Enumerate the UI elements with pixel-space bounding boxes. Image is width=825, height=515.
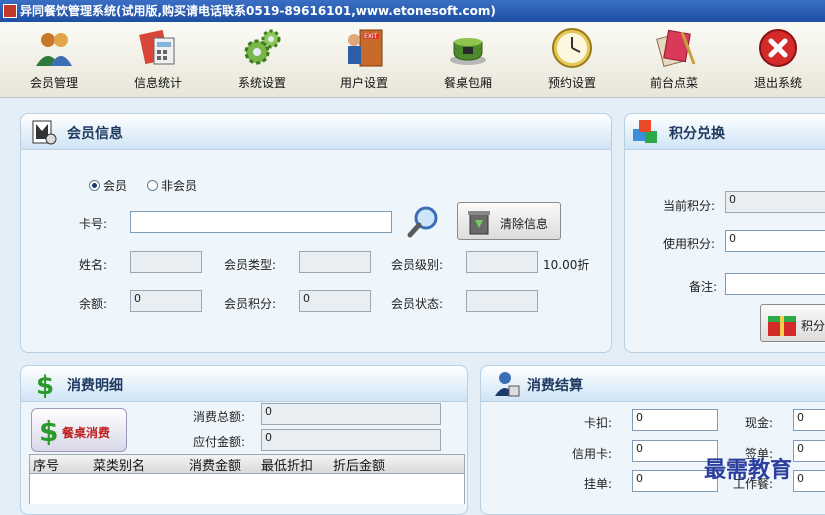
exit-system-button[interactable]: 退出系统: [738, 26, 818, 94]
use-points-input[interactable]: 0: [725, 230, 825, 252]
work-meal-input[interactable]: 0: [793, 470, 825, 492]
panel-title: 消费明细: [67, 378, 123, 394]
gears-icon: [240, 26, 284, 70]
member-type-field: [299, 251, 371, 273]
clear-info-label: 清除信息: [500, 217, 549, 231]
sign-input[interactable]: 0: [793, 440, 825, 462]
member-level-label: 会员级别:: [391, 258, 444, 272]
gift-box-icon: [768, 316, 796, 336]
watermark-text: 最需教育: [704, 457, 793, 483]
statistics-button[interactable]: 信息统计: [118, 26, 198, 94]
member-points-label: 会员积分:: [224, 297, 277, 311]
toolbar-label: 会员管理: [29, 76, 78, 90]
consumption-table-header: 序号 菜类别名 消费金额 最低折扣 折后金额: [29, 454, 465, 474]
cash-input[interactable]: 0: [793, 409, 825, 431]
member-points-field: 0: [299, 290, 371, 312]
system-settings-button[interactable]: 系统设置: [222, 26, 302, 94]
settlement-panel: 消费结算 卡扣: 0 信用卡: 0 挂单: 0 现金: 0 签单: 0 工作餐:…: [480, 365, 825, 515]
column-header: 最低折扣: [261, 459, 314, 474]
current-points-label: 当前积分:: [663, 199, 716, 213]
column-header: 序号: [33, 459, 60, 474]
svg-text:EXIT: EXIT: [364, 33, 378, 40]
member-type-label: 会员类型:: [224, 258, 277, 272]
svg-text:$: $: [36, 371, 54, 399]
magnifier-icon: [407, 206, 438, 238]
payable-amount-label: 应付金额:: [193, 435, 246, 449]
app-icon: [3, 4, 17, 18]
member-level-field: [466, 251, 538, 273]
member-status-field: [466, 290, 538, 312]
balance-field: 0: [130, 290, 202, 312]
points-exchange-button[interactable]: 积分: [760, 304, 825, 342]
toolbar-label: 餐桌包厢: [443, 76, 492, 90]
user-settings-button[interactable]: EXIT 用户设置: [324, 26, 404, 94]
use-points-label: 使用积分:: [663, 237, 716, 251]
card-deduct-input[interactable]: 0: [632, 409, 718, 431]
toolbar-label: 退出系统: [753, 76, 802, 90]
remark-label: 备注:: [689, 280, 718, 294]
settlement-person-icon: [493, 370, 520, 397]
front-order-button[interactable]: 前台点菜: [634, 26, 714, 94]
current-points-field: 0: [725, 191, 825, 213]
toolbar-label: 前台点菜: [649, 76, 698, 90]
card-number-input[interactable]: [130, 211, 392, 233]
column-header: 消费金额: [189, 459, 242, 474]
dollar-icon: $: [33, 369, 59, 401]
search-button[interactable]: [406, 204, 442, 238]
panel-title: 积分兑换: [669, 126, 725, 142]
total-consumption-label: 消费总额:: [193, 410, 246, 424]
member-card-icon: [31, 119, 57, 145]
window-title: 异同餐饮管理系统(试用版,购买请电话联系0519-89616101,www.et…: [20, 4, 496, 18]
tea-cup-icon: [446, 26, 490, 70]
exit-icon: [756, 26, 800, 70]
consumption-details-panel: $ 消费明细 $ 餐桌消费 消费总额: 0 应付金额: 0 序号 菜类别名 消费…: [20, 365, 468, 515]
card-label: 卡号:: [79, 217, 108, 231]
title-bar: 异同餐饮管理系统(试用版,购买请电话联系0519-89616101,www.et…: [0, 0, 825, 22]
payable-amount-field: 0: [261, 429, 441, 451]
toolbar-label: 用户设置: [339, 76, 388, 90]
recycle-bin-icon: [468, 211, 490, 235]
column-header: 菜类别名: [93, 459, 146, 474]
charge-label: 挂单:: [584, 477, 613, 491]
member-status-label: 会员状态:: [391, 297, 444, 311]
cubes-icon: [631, 119, 657, 145]
toolbar-label: 预约设置: [547, 76, 596, 90]
column-header: 折后金额: [333, 459, 386, 474]
remark-input[interactable]: [725, 273, 825, 295]
cash-label: 现金:: [745, 416, 774, 430]
statistics-icon: [136, 26, 180, 70]
radio-selected-icon: [89, 180, 100, 191]
clear-info-button[interactable]: 清除信息: [457, 202, 561, 240]
dollar-sign-icon: $: [39, 415, 58, 447]
toolbar-label: 信息统计: [133, 76, 182, 90]
members-button[interactable]: 会员管理: [14, 26, 94, 94]
name-label: 姓名:: [79, 258, 108, 272]
reservation-button[interactable]: 预约设置: [532, 26, 612, 94]
toolbar-label: 系统设置: [237, 76, 286, 90]
main-toolbar: 会员管理 信息统计 系统设置 EXIT 用户设置 餐桌包厢 预约设置 前台点菜: [0, 22, 825, 98]
member-radio[interactable]: 会员: [89, 177, 127, 194]
members-icon: [32, 26, 76, 70]
non-member-radio[interactable]: 非会员: [147, 177, 197, 194]
credit-card-label: 信用卡:: [572, 447, 613, 461]
member-info-panel: 会员信息 会员 非会员 卡号: 清除信息 姓名: 会员类型: 会员级别: 10.…: [20, 113, 612, 353]
menu-order-icon: [652, 26, 696, 70]
radio-unselected-icon: [147, 180, 158, 191]
card-deduct-label: 卡扣:: [584, 416, 613, 430]
total-consumption-field: 0: [261, 403, 441, 425]
points-exchange-panel: 积分兑换 当前积分: 0 使用积分: 0 备注: 积分: [624, 113, 825, 353]
tables-rooms-button[interactable]: 餐桌包厢: [428, 26, 508, 94]
discount-text: 10.00折: [543, 258, 590, 272]
clock-icon: [550, 26, 594, 70]
panel-title: 消费结算: [527, 378, 583, 394]
table-consumption-button[interactable]: $ 餐桌消费: [31, 408, 127, 452]
balance-label: 余额:: [79, 297, 108, 311]
panel-title: 会员信息: [67, 126, 123, 142]
svg-text:$: $: [39, 415, 58, 447]
user-exit-icon: EXIT: [342, 26, 386, 70]
name-field: [130, 251, 202, 273]
consumption-table-body[interactable]: [29, 474, 465, 504]
